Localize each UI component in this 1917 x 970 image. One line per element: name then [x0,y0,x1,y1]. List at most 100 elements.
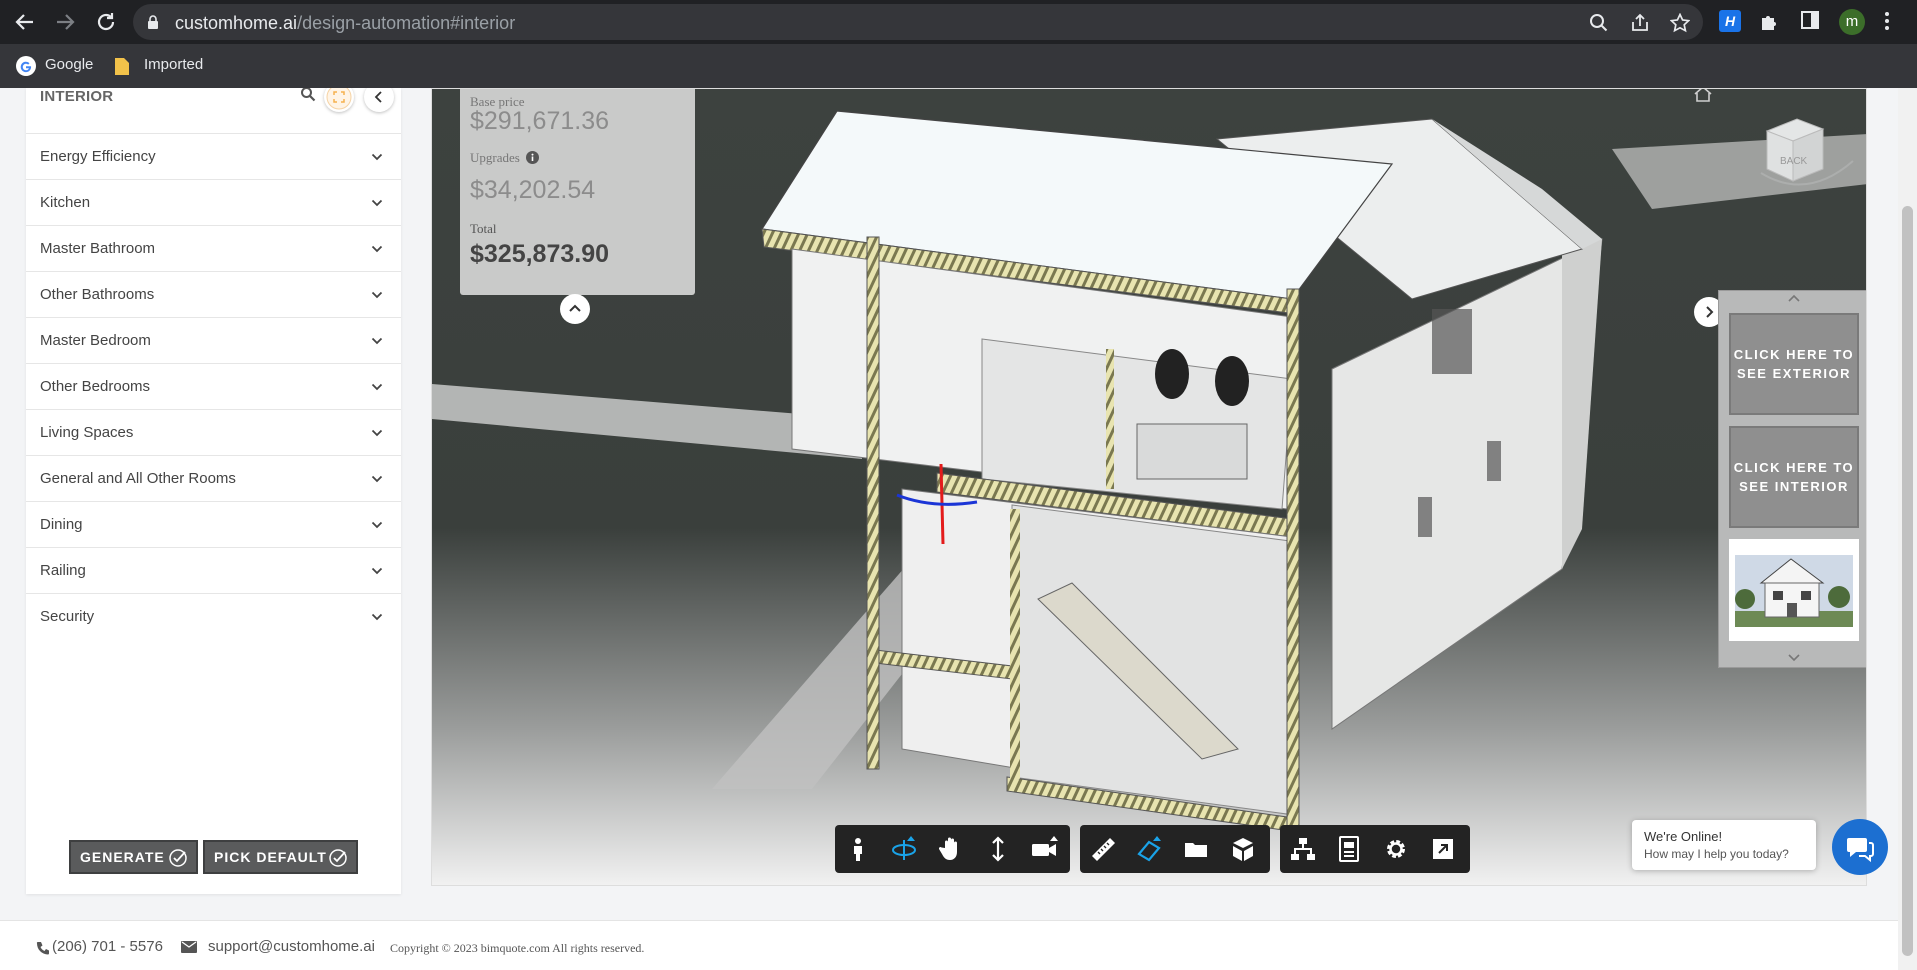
category-kitchen[interactable]: Kitchen [26,179,401,225]
check-circle-icon [328,848,348,868]
category-label: Security [40,608,95,625]
forward-icon[interactable] [54,11,76,33]
toolbar-group-settings [1280,825,1470,873]
reload-icon[interactable] [95,11,117,33]
total-value: $325,873.90 [470,240,610,268]
back-icon[interactable] [14,11,36,33]
category-label: Living Spaces [40,424,134,441]
chevron-down-icon [371,245,383,253]
star-icon[interactable] [1670,13,1690,33]
share-icon[interactable] [1630,13,1650,33]
google-icon[interactable] [16,56,36,76]
search-icon[interactable] [300,88,316,102]
category-security[interactable]: Security [26,593,401,639]
mail-icon [181,941,197,953]
walk-icon[interactable] [843,834,873,864]
chat-launcher-button[interactable] [1832,819,1888,875]
home-icon[interactable] [1693,89,1713,103]
category-dining[interactable]: Dining [26,501,401,547]
page-scrollbar[interactable] [1898,88,1917,970]
chevron-up-icon [569,304,581,312]
bookmarks-bar: Google Imported [0,44,1917,88]
category-living-spaces[interactable]: Living Spaces [26,409,401,455]
interior-view-card[interactable]: CLICK HERE TO SEE INTERIOR [1729,426,1859,528]
chevron-left-icon [374,91,382,103]
exterior-view-card[interactable]: CLICK HERE TO SEE EXTERIOR [1729,313,1859,415]
chevron-down-icon [371,153,383,161]
viewcube[interactable]: BACK [1757,111,1857,191]
collapse-price-button[interactable] [560,294,590,324]
fullscreen-icon[interactable] [1428,834,1458,864]
side-panel-icon[interactable] [1800,10,1824,34]
house-photo-thumbnail[interactable] [1729,539,1859,641]
category-label: Railing [40,562,86,579]
copyright-text: Copyright © 2023 bimquote.com All rights… [390,941,645,955]
orbit-icon[interactable] [889,834,919,864]
settings-gear-icon[interactable] [1381,834,1411,864]
camera-icon[interactable] [1029,834,1059,864]
measure-icon[interactable] [1088,834,1118,864]
sidebar-title: INTERIOR [40,88,114,105]
generate-button[interactable]: GENERATE [69,840,198,874]
hubspot-extension-icon[interactable]: H [1719,10,1743,34]
total-label: Total [470,221,497,236]
address-bar[interactable]: customhome.ai/design-automation#interior [133,4,1703,40]
chevron-up-icon[interactable] [1787,293,1801,303]
toolbar-group-tools [1080,825,1270,873]
price-summary-panel: Base price $291,671.36 Upgrades $34,202.… [460,89,695,295]
upgrades-value: $34,202.54 [470,176,596,204]
chat-greeting-bubble[interactable]: We're Online! How may I help you today? [1632,820,1816,870]
lock-icon[interactable] [147,15,159,29]
info-icon[interactable] [526,151,539,164]
category-label: Master Bathroom [40,240,156,257]
category-general-rooms[interactable]: General and All Other Rooms [26,455,401,501]
category-railing[interactable]: Railing [26,547,401,593]
bookmark-google[interactable]: Google [45,56,93,73]
scrollbar-thumb[interactable] [1902,206,1913,956]
category-label: Kitchen [40,194,91,211]
more-menu-icon[interactable] [1884,10,1890,32]
avatar[interactable]: m [1839,9,1865,35]
section-icon[interactable] [1134,834,1164,864]
chevron-down-icon[interactable] [1787,653,1801,663]
model-browser-icon[interactable] [1288,834,1318,864]
category-other-bedrooms[interactable]: Other Bedrooms [26,363,401,409]
chat-title: We're Online! [1644,829,1723,844]
phone-icon [36,941,50,955]
options-sidebar: INTERIOR Energy Efficiency Kitchen Maste… [26,88,401,894]
generate-label: GENERATE [80,849,165,865]
extensions-icon[interactable] [1759,10,1783,34]
category-label: Dining [40,516,83,533]
expand-icon[interactable] [324,88,354,112]
browser-toolbar: customhome.ai/design-automation#interior… [0,0,1917,44]
explode-icon[interactable] [1181,834,1211,864]
category-other-bathrooms[interactable]: Other Bathrooms [26,271,401,317]
phone-number[interactable]: (206) 701 - 5576 [52,938,163,955]
category-master-bathroom[interactable]: Master Bathroom [26,225,401,271]
chevron-down-icon [371,383,383,391]
pan-icon[interactable] [936,834,966,864]
properties-icon[interactable] [1334,834,1364,864]
zoom-dolly-icon[interactable] [983,834,1013,864]
pick-default-label: PICK DEFAULT [214,849,327,865]
page-footer: (206) 701 - 5576 support@customhome.ai C… [0,920,1898,970]
category-label: General and All Other Rooms [40,470,236,487]
chevron-down-icon [371,521,383,529]
model-viewer[interactable]: Base price $291,671.36 Upgrades $34,202.… [431,88,1867,886]
pick-default-button[interactable]: PICK DEFAULT [203,840,358,874]
folder-icon[interactable] [114,56,130,76]
zoom-icon[interactable] [1589,13,1609,33]
chevron-down-icon [371,567,383,575]
svg-text:H: H [1725,13,1736,29]
category-master-bedroom[interactable]: Master Bedroom [26,317,401,363]
category-label: Master Bedroom [40,332,151,349]
model-icon[interactable] [1228,834,1258,864]
category-energy-efficiency[interactable]: Energy Efficiency [26,133,401,179]
url-text[interactable]: customhome.ai/design-automation#interior [175,13,515,34]
collapse-sidebar-button[interactable] [364,88,394,112]
toolbar-group-navigation [835,825,1070,873]
chat-icon [1847,838,1874,863]
bookmark-imported[interactable]: Imported [144,56,203,73]
support-email-link[interactable]: support@customhome.ai [208,938,375,955]
category-label: Energy Efficiency [40,148,156,165]
